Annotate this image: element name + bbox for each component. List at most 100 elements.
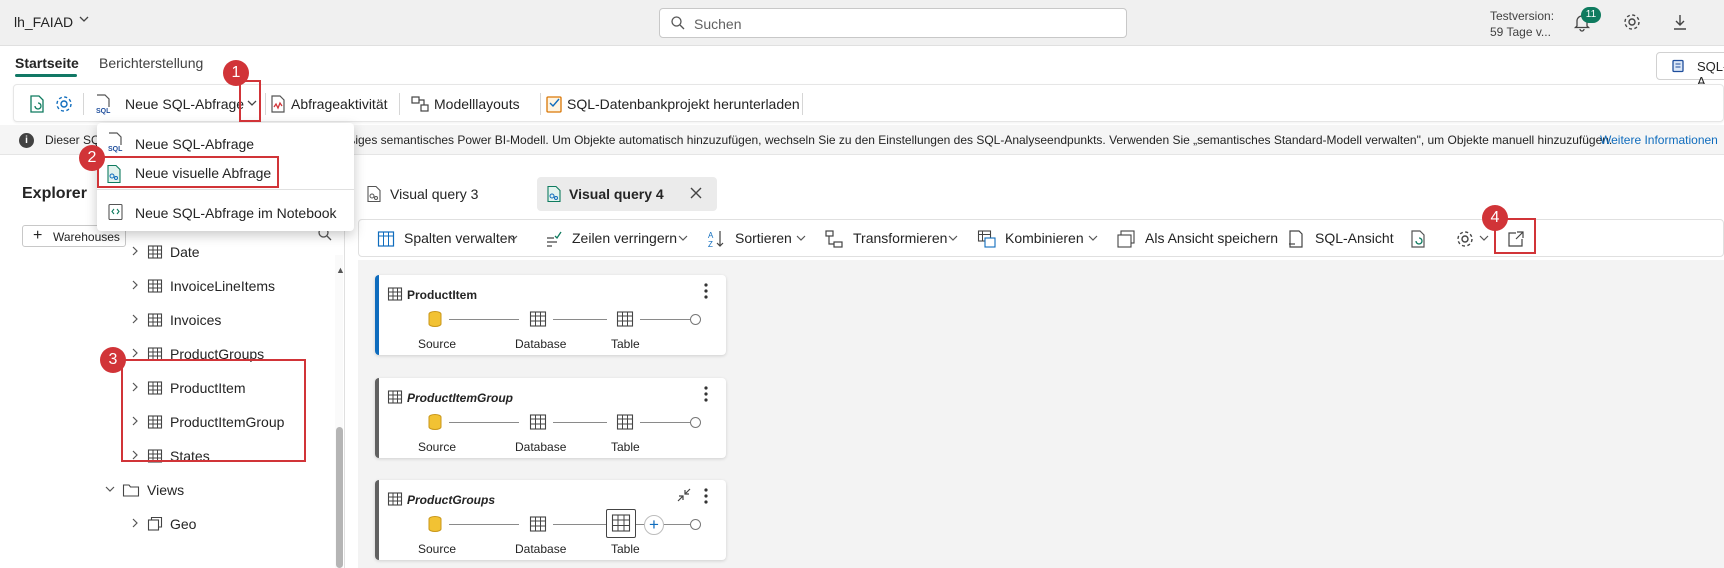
tree-item-geo[interactable]: Geo	[0, 509, 335, 539]
visual-query-icon	[366, 185, 382, 206]
model-layouts-icon[interactable]	[410, 94, 430, 117]
settings-icon[interactable]	[54, 94, 74, 117]
sql-view-button[interactable]: SQL-Ansicht	[1315, 230, 1394, 246]
trial-days[interactable]: 59 Tage v...	[1490, 25, 1551, 39]
expand-chevron-icon[interactable]	[130, 245, 140, 260]
scrollbar-thumb[interactable]	[336, 427, 343, 568]
settings-gear-icon[interactable]	[1622, 12, 1642, 35]
step-connector	[553, 319, 607, 320]
tree-item-invoicelineitems[interactable]: InvoiceLineItems	[0, 271, 335, 301]
more-options-icon[interactable]	[703, 385, 709, 406]
tab-berichterstellung[interactable]: Berichterstellung	[99, 55, 203, 71]
download-project-icon[interactable]	[544, 93, 566, 118]
output-node[interactable]	[690, 519, 701, 530]
more-options-icon[interactable]	[703, 487, 709, 508]
query-activity-icon[interactable]	[268, 94, 288, 117]
query-settings-gear-icon[interactable]	[1455, 229, 1475, 252]
transform-button[interactable]: Transformieren	[853, 230, 947, 246]
tab-visual-query-4[interactable]: Visual query 4	[537, 177, 717, 211]
sort-button[interactable]: Sortieren	[735, 230, 792, 246]
card-title: ProductGroups	[407, 493, 496, 507]
menu-separator	[97, 189, 354, 190]
more-options-icon[interactable]	[703, 282, 709, 303]
workspace-chevron-down-icon[interactable]	[78, 13, 90, 28]
query-card-productitem[interactable]: ProductItem Source Database Table	[375, 275, 726, 355]
selected-table-step-icon[interactable]	[606, 509, 636, 538]
close-tab-icon[interactable]	[689, 186, 703, 203]
combine-button[interactable]: Kombinieren	[1005, 230, 1084, 246]
step-connector	[664, 524, 690, 525]
search-input[interactable]: Suchen	[659, 8, 1127, 38]
trial-label[interactable]: Testversion:	[1490, 9, 1554, 23]
svg-text:SQL: SQL	[108, 146, 123, 153]
workspace-name[interactable]: lh_FAIAD	[14, 14, 73, 30]
card-title: ProductItem	[407, 288, 478, 302]
download-icon[interactable]	[1670, 12, 1690, 35]
download-sql-project-button[interactable]: SQL-Datenbankprojekt herunterladen	[567, 96, 800, 112]
callout-1: 1	[223, 60, 249, 86]
output-node[interactable]	[690, 417, 701, 428]
new-sql-query-button[interactable]: Neue SQL-Abfrage	[125, 96, 244, 112]
sql-view-icon[interactable]	[1286, 229, 1306, 252]
combine-icon[interactable]	[977, 229, 997, 252]
save-as-view-icon[interactable]	[1116, 229, 1136, 252]
step-label-database: Database	[515, 542, 567, 556]
sql-query-icon[interactable]: SQL	[93, 93, 115, 118]
model-layouts-button[interactable]: Modelllayouts	[434, 96, 520, 112]
expand-chevron-icon[interactable]	[130, 517, 140, 532]
chevron-down-icon[interactable]	[1478, 232, 1490, 247]
tree-item-label: Date	[170, 244, 200, 260]
sql-endpoint-icon	[1671, 59, 1685, 76]
info-icon: i	[19, 133, 34, 148]
highlight-new-visual-query	[97, 156, 279, 188]
menu-item-new-sql-query-notebook[interactable]: Neue SQL-Abfrage im Notebook	[97, 197, 354, 227]
svg-text:Z: Z	[708, 240, 713, 249]
refresh-preview-icon[interactable]	[1408, 229, 1428, 252]
manage-columns-icon[interactable]	[377, 230, 395, 251]
reduce-rows-button[interactable]: Zeilen verringern	[572, 230, 677, 246]
menu-item-new-sql-query[interactable]: SQL Neue SQL-Abfrage	[97, 127, 354, 157]
manage-columns-button[interactable]: Spalten verwalten	[404, 230, 515, 246]
query-card-productitemgroup[interactable]: ProductItemGroup Source Database Table	[375, 378, 726, 458]
tree-item-label: Views	[147, 482, 185, 498]
sql-endpoint-chip[interactable]: SQL-A	[1656, 52, 1724, 89]
step-label-source: Source	[418, 542, 457, 556]
save-as-view-button[interactable]: Als Ansicht speichern	[1145, 230, 1278, 246]
folder-icon	[122, 482, 140, 501]
collapse-arrows-icon[interactable]	[676, 487, 692, 506]
tab-startseite[interactable]: Startseite	[15, 55, 79, 71]
reduce-rows-icon[interactable]	[545, 230, 563, 251]
toolbar-separator	[399, 93, 400, 115]
learn-more-link[interactable]: Weitere Informationen	[1600, 133, 1718, 147]
visual-query-icon	[546, 185, 562, 206]
chevron-down-icon[interactable]	[677, 232, 689, 247]
refresh-data-icon[interactable]	[27, 94, 47, 117]
collapse-chevron-down-icon[interactable]	[104, 483, 116, 498]
scroll-up-arrow-icon[interactable]: ▲	[336, 265, 345, 275]
info-text: ßiges semantisches Power BI-Modell. Um O…	[348, 133, 1613, 147]
tree-item-date[interactable]: Date	[0, 237, 335, 267]
query-card-productgroups[interactable]: ProductGroups + Source Database Table	[375, 480, 726, 560]
source-database-icon	[427, 515, 443, 536]
query-activity-button[interactable]: Abfrageaktivität	[291, 96, 388, 112]
table-icon	[147, 312, 163, 331]
transform-icon[interactable]	[824, 229, 844, 252]
sort-icon[interactable]: AZ	[707, 229, 727, 252]
chevron-down-icon[interactable]	[947, 232, 959, 247]
expand-chevron-icon[interactable]	[130, 279, 140, 294]
svg-text:SQL: SQL	[96, 108, 111, 115]
add-step-plus-icon[interactable]: +	[644, 515, 664, 535]
step-connector	[636, 524, 644, 525]
expand-chevron-icon[interactable]	[130, 313, 140, 328]
tab-visual-query-3[interactable]: Visual query 3	[362, 177, 502, 211]
output-node[interactable]	[690, 314, 701, 325]
tab-label: Visual query 3	[390, 186, 479, 202]
tree-item-invoices[interactable]: Invoices	[0, 305, 335, 335]
tree-folder-views[interactable]: Views	[0, 475, 335, 505]
chevron-down-icon[interactable]	[795, 232, 807, 247]
top-bar: lh_FAIAD Suchen Testversion: 59 Tage v..…	[0, 0, 1724, 46]
chevron-down-icon[interactable]	[507, 232, 519, 247]
search-placeholder: Suchen	[694, 16, 742, 32]
database-step-icon	[529, 310, 547, 331]
chevron-down-icon[interactable]	[1087, 232, 1099, 247]
